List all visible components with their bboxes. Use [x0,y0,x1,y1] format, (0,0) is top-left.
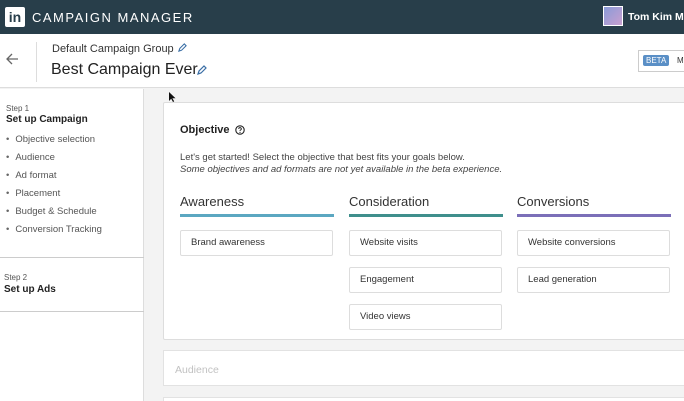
step2-label: Step 2 [4,273,28,282]
consideration-title: Consideration [349,194,430,209]
beta-toggle[interactable]: BETA M [638,50,684,72]
user-avatar[interactable] [603,6,623,26]
objective-card: Objective Let's get started! Select the … [163,102,684,340]
back-arrow-icon[interactable] [4,51,20,67]
mouse-cursor-icon [169,92,176,102]
top-nav-bar: in CAMPAIGN MANAGER Tom Kim Ma [0,0,684,34]
header-divider [36,42,37,82]
awareness-bar [180,214,334,217]
edit-campaign-pencil-icon[interactable] [197,65,207,75]
sidebar-item-conversion[interactable]: Conversion Tracking [6,224,102,242]
sidebar-item-ad-format[interactable]: Ad format [6,170,102,188]
audience-section[interactable]: Audience [163,350,684,386]
conversions-bar [517,214,671,217]
edit-group-pencil-icon[interactable] [178,43,187,52]
step1-title[interactable]: Set up Campaign [6,114,88,125]
linkedin-logo[interactable]: in [5,7,25,27]
step1-label: Step 1 [6,104,30,113]
consideration-column: Consideration Website visits Engagement … [349,194,503,341]
objective-note: Some objectives and ad formats are not y… [180,164,503,175]
option-lead-generation[interactable]: Lead generation [517,267,670,293]
step2-title[interactable]: Set up Ads [4,284,56,295]
option-brand-awareness[interactable]: Brand awareness [180,230,333,256]
help-icon[interactable] [235,125,245,135]
sidebar-item-objective[interactable]: Objective selection [6,134,102,152]
awareness-column: Awareness Brand awareness [180,194,334,267]
conversions-column: Conversions Website conversions Lead gen… [517,194,671,304]
conversions-title: Conversions [517,194,590,209]
option-engagement[interactable]: Engagement [349,267,502,293]
beta-badge: BETA [643,55,670,66]
sidebar-divider [0,311,144,312]
campaign-group-name: Default Campaign Group [52,43,174,55]
campaign-name: Best Campaign Ever [51,61,198,78]
objective-intro: Let's get started! Select the objective … [180,152,465,163]
objective-title: Objective [180,124,230,136]
campaign-header: Default Campaign Group Best Campaign Eve… [0,34,684,88]
option-video-views[interactable]: Video views [349,304,502,330]
sidebar-item-budget[interactable]: Budget & Schedule [6,206,102,224]
step1-item-list: Objective selection Audience Ad format P… [6,134,102,242]
sidebar-item-audience[interactable]: Audience [6,152,102,170]
beta-text: M [677,56,684,65]
awareness-title: Awareness [180,194,245,209]
sidebar-item-placement[interactable]: Placement [6,188,102,206]
setup-sidebar: Step 1 Set up Campaign Objective selecti… [0,89,144,401]
sidebar-divider [0,257,144,258]
user-name[interactable]: Tom Kim Ma [628,11,684,23]
consideration-bar [349,214,503,217]
option-website-visits[interactable]: Website visits [349,230,502,256]
option-website-conversions[interactable]: Website conversions [517,230,670,256]
audience-title: Audience [175,364,219,376]
next-section [163,397,684,401]
app-title: CAMPAIGN MANAGER [32,10,194,25]
